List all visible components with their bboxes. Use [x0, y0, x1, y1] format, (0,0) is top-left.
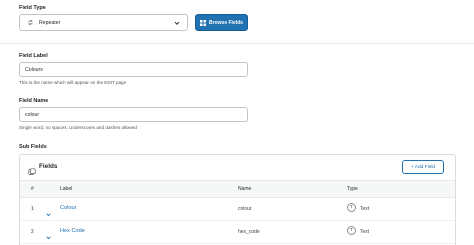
field-label-input[interactable]: Colours	[19, 62, 248, 77]
field-name-input[interactable]: colour	[19, 107, 248, 122]
col-type: Type	[347, 186, 358, 192]
row-field-label[interactable]: Hex Code	[60, 228, 85, 234]
field-name-value: colour	[25, 111, 40, 118]
panel-header: Fields + Add Field	[20, 155, 455, 181]
browse-fields-label: Browse Fields	[209, 19, 243, 26]
chevron-down-icon[interactable]	[45, 205, 52, 217]
repeater-icon	[26, 19, 34, 27]
grid-icon	[200, 19, 207, 26]
field-type-select[interactable]: Repeater	[19, 14, 188, 31]
field-name-help: Single word, no spaces. Underscores and …	[19, 125, 137, 130]
field-label-help: This is the name which will appear on th…	[19, 80, 127, 85]
fields-icon	[28, 163, 36, 175]
row-field-name: colour	[238, 206, 252, 212]
table-header: # Label Name Type	[20, 181, 455, 198]
table-row[interactable]: 2 Hex Code hex_code T Text	[20, 221, 455, 244]
col-order: #	[31, 186, 34, 192]
row-field-type: Text	[360, 229, 370, 235]
browse-fields-button[interactable]: Browse Fields	[195, 14, 248, 31]
row-field-label[interactable]: Colour	[60, 205, 76, 211]
field-label-value: Colours	[25, 66, 43, 73]
row-field-type: Text	[360, 206, 370, 212]
row-order: 2	[31, 229, 34, 235]
field-type-label: Field Type	[19, 5, 46, 11]
section-divider	[0, 43, 474, 44]
text-type-icon: T	[347, 203, 356, 212]
field-name-label: Field Name	[19, 98, 49, 104]
sub-fields-label: Sub Fields	[19, 144, 47, 150]
field-type-value: Repeater	[39, 19, 61, 26]
chevron-down-icon	[173, 19, 181, 27]
field-label-label: Field Label	[19, 53, 48, 59]
sub-fields-panel: Fields + Add Field # Label Name Type 1 C…	[19, 154, 456, 245]
chevron-down-icon[interactable]	[45, 228, 52, 240]
add-field-label: + Add Field	[410, 164, 436, 170]
add-field-button[interactable]: + Add Field	[402, 160, 444, 174]
text-type-icon: T	[347, 226, 356, 235]
panel-title: Fields	[39, 163, 58, 170]
col-name: Name	[238, 186, 252, 192]
row-field-name: hex_code	[238, 229, 260, 235]
col-label: Label	[60, 186, 73, 192]
table-row[interactable]: 1 Colour colour T Text	[20, 198, 455, 221]
row-order: 1	[31, 206, 34, 212]
